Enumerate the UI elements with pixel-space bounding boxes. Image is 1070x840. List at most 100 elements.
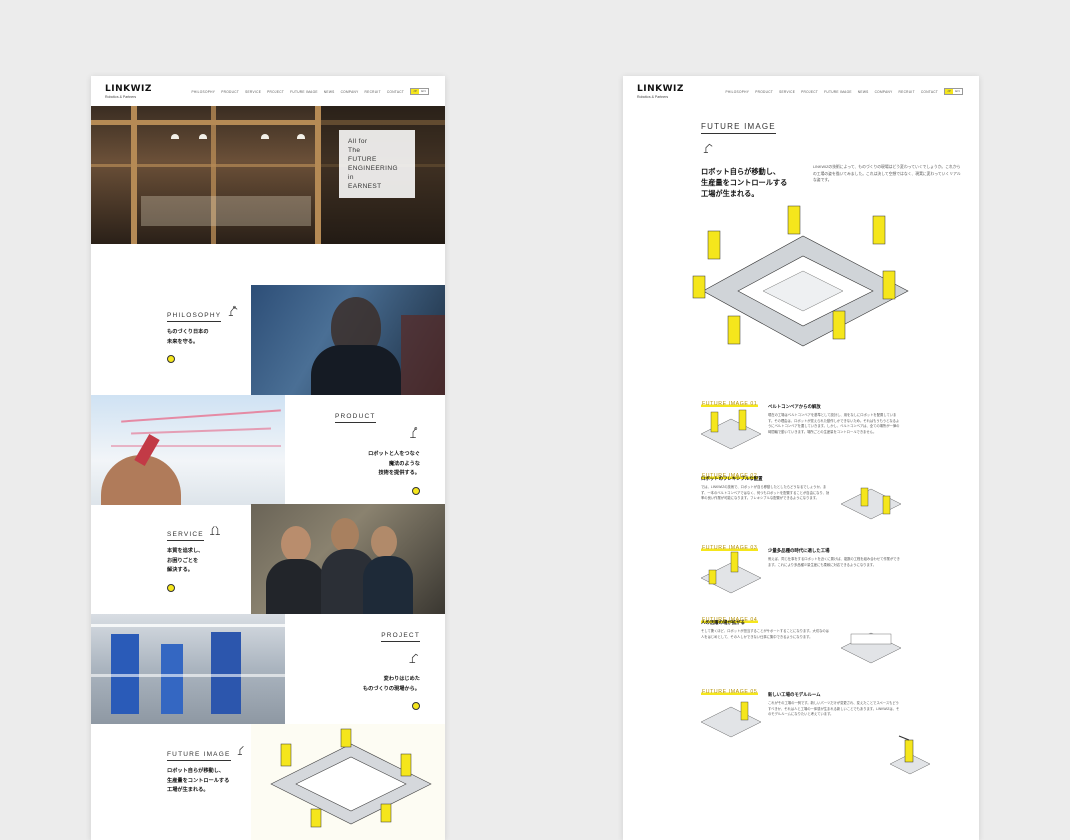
page-left: LINKWIZ Robotics & Partners PHILOSOPHY P… [91, 76, 445, 840]
product-photo [91, 395, 285, 505]
go-arrow-icon[interactable] [167, 583, 175, 592]
language-switch[interactable]: JP EN [410, 88, 429, 95]
nav-item-company[interactable]: COMPANY [875, 90, 893, 94]
item-body: では、LINKWIZの技術で、ロボットが自ら移動したとしたらどうなるでしょうか。… [701, 485, 830, 500]
nav-item-philosophy[interactable]: PHILOSOPHY [191, 90, 215, 94]
logo-tagline: Robotics & Partners [105, 95, 137, 99]
nav-item-project[interactable]: PROJECT [801, 90, 818, 94]
service-text: SERVICE 本質を追求し、 お困りごとを 解決する。 [91, 504, 251, 614]
item-heading: 少量多品種の時代に適した工場 [768, 548, 830, 553]
headline: ロボット自らが移動し、 生産量をコントロールする 工場が生まれる。 [701, 167, 788, 198]
nav-item-future-image[interactable]: FUTURE IMAGE [824, 90, 852, 94]
go-arrow-icon[interactable] [167, 355, 175, 363]
nav-item-service[interactable]: SERVICE [245, 90, 261, 94]
robot-arm-icon [409, 653, 419, 663]
go-arrow-icon[interactable] [412, 486, 420, 495]
robot-arm-icon [410, 427, 418, 438]
robot-arm-icon [703, 143, 713, 153]
philosophy-photo [251, 285, 445, 395]
nav-menu: PHILOSOPHY PRODUCT SERVICE PROJECT FUTUR… [191, 88, 429, 95]
nav-menu: PHILOSOPHY PRODUCT SERVICE PROJECT FUTUR… [725, 88, 963, 95]
header: LINKWIZ Robotics & Partners PHILOSOPHY P… [91, 76, 445, 106]
section-body: ロボットと人をつなぐ 魔法のような 技術を提供する。 [368, 451, 420, 476]
service-photo [251, 504, 445, 614]
section-body: ロボット自らが移動し、 生産量をコントロールする 工場が生まれる。 [167, 768, 230, 793]
product-text-body: ロボットと人をつなぐ 魔法のような 技術を提供する。 [310, 417, 420, 495]
robot-arm-icon [228, 305, 238, 316]
nav-item-contact[interactable]: CONTACT [387, 90, 404, 94]
item-heading: 人の活躍の場が拡がる [701, 620, 745, 625]
section-philosophy: PHILOSOPHY ものづくり日本の 未来を守る。 [91, 285, 445, 395]
item-body: 現在の工場はベルトコンベアを基準として設計し、用をなしにロボットを配置しています… [768, 413, 900, 434]
section-title: SERVICE [167, 531, 204, 541]
section-body: ものづくり日本の 未来を守る。 [167, 329, 209, 345]
nav-item-service[interactable]: SERVICE [779, 90, 795, 94]
nav-item-product[interactable]: PRODUCT [221, 90, 239, 94]
philosophy-text: PHILOSOPHY ものづくり日本の 未来を守る。 [91, 285, 251, 395]
future-item-05: FUTURE IMAGE 05 新しい工場のモデルルーム これがその工場の一例で… [701, 680, 901, 746]
future-item-02: FUTURE IMAGE 02 ロボットのフレキシブルな配置 では、LINKWI… [701, 464, 901, 530]
hero-line: ENGINEERING [348, 165, 398, 172]
section-future-image: FUTURE IMAGE ロボット自らが移動し、 生産量をコントロールする 工場… [91, 724, 445, 840]
logo[interactable]: LINKWIZ [105, 84, 152, 94]
go-arrow-icon[interactable] [412, 702, 420, 710]
section-title: PHILOSOPHY [167, 312, 222, 322]
nav-item-project[interactable]: PROJECT [267, 90, 284, 94]
lang-jp[interactable]: JP [945, 89, 954, 94]
item-illustration [841, 632, 901, 664]
hero-line: All for [348, 138, 368, 145]
hero-image: All for The FUTURE ENGINEERING in EARNES… [91, 106, 445, 244]
item-body: そして驚くほど、ロボットが担当することがサポートすることになります。大切なのは人… [701, 629, 829, 639]
robot-arms-icon [210, 525, 221, 535]
item-illustration [841, 487, 901, 520]
logo-tagline: Robotics & Partners [637, 95, 669, 99]
item-illustration [701, 409, 761, 450]
hero-line: in [348, 174, 354, 181]
project-text: PROJECT 変わりはじめた ものづくりの現場から。 [310, 624, 420, 710]
nav-item-news[interactable]: NEWS [324, 90, 335, 94]
robot-illustration [889, 735, 931, 775]
hero-line: EARNEST [348, 183, 382, 190]
section-project: PROJECT 変わりはじめた ものづくりの現場から。 [91, 614, 445, 724]
lang-en[interactable]: EN [419, 89, 428, 94]
future-image-text: FUTURE IMAGE ロボット自らが移動し、 生産量をコントロールする 工場… [91, 724, 251, 834]
section-product: PRODUCT ロボットと人をつなぐ 魔法のような 技術を提供する。 [91, 395, 445, 505]
section-service: SERVICE 本質を追求し、 お困りごとを 解決する。 [91, 504, 445, 614]
future-item-04: FUTURE IMAGE 04 人の活躍の場が拡がる そして驚くほど、ロボットが… [701, 608, 901, 674]
future-item-01: FUTURE IMAGE 01 ベルトコンベアからの解放 現在の工場はベルトコン… [701, 392, 901, 458]
factory-illustration [251, 724, 445, 840]
nav-item-recruit[interactable]: RECRUIT [365, 90, 381, 94]
nav-item-philosophy[interactable]: PHILOSOPHY [725, 90, 749, 94]
item-heading: ベルトコンベアからの解放 [768, 404, 821, 409]
item-body: 例えば、同じ仕事をするロボットを近くに置けば、複数の工程を組み合わせて作業ができ… [768, 557, 900, 567]
nav-item-company[interactable]: COMPANY [341, 90, 359, 94]
section-body: 変わりはじめた ものづくりの現場から。 [362, 676, 420, 692]
item-illustration [701, 551, 761, 594]
hero-tagline-box: All for The FUTURE ENGINEERING in EARNES… [339, 130, 415, 198]
page-right: LINKWIZ Robotics & Partners PHILOSOPHY P… [623, 76, 979, 840]
page-title: FUTURE IMAGE [701, 122, 776, 134]
item-heading: ロボットのフレキシブルな配置 [701, 476, 763, 481]
nav-item-future-image[interactable]: FUTURE IMAGE [290, 90, 318, 94]
item-illustration [701, 701, 761, 738]
page-title-wrap: FUTURE IMAGE [701, 116, 776, 154]
nav-item-contact[interactable]: CONTACT [921, 90, 938, 94]
nav-item-product[interactable]: PRODUCT [755, 90, 773, 94]
header: LINKWIZ Robotics & Partners PHILOSOPHY P… [623, 76, 979, 106]
item-body: これがその工場の一例です。新しいパーツだけが変更され、変えたことでスペースもどう… [768, 701, 900, 716]
project-photo [91, 614, 285, 724]
robot-arm-icon [237, 745, 244, 755]
lang-jp[interactable]: JP [411, 89, 420, 94]
section-body: 本質を追求し、 お困りごとを 解決する。 [167, 548, 204, 573]
nav-item-news[interactable]: NEWS [858, 90, 869, 94]
nav-item-recruit[interactable]: RECRUIT [899, 90, 915, 94]
hero-line: FUTURE [348, 156, 377, 163]
lang-en[interactable]: EN [953, 89, 962, 94]
item-heading: 新しい工場のモデルルーム [768, 692, 821, 697]
language-switch[interactable]: JP EN [944, 88, 963, 95]
logo[interactable]: LINKWIZ [637, 84, 684, 94]
lead-text: LINKWIZの技術によって、ものづくりの現場はどう変わっていくでしょうか。これ… [813, 165, 961, 182]
factory-main-illustration [692, 205, 909, 347]
section-title: PROJECT [381, 632, 420, 642]
section-title: FUTURE IMAGE [167, 751, 231, 761]
